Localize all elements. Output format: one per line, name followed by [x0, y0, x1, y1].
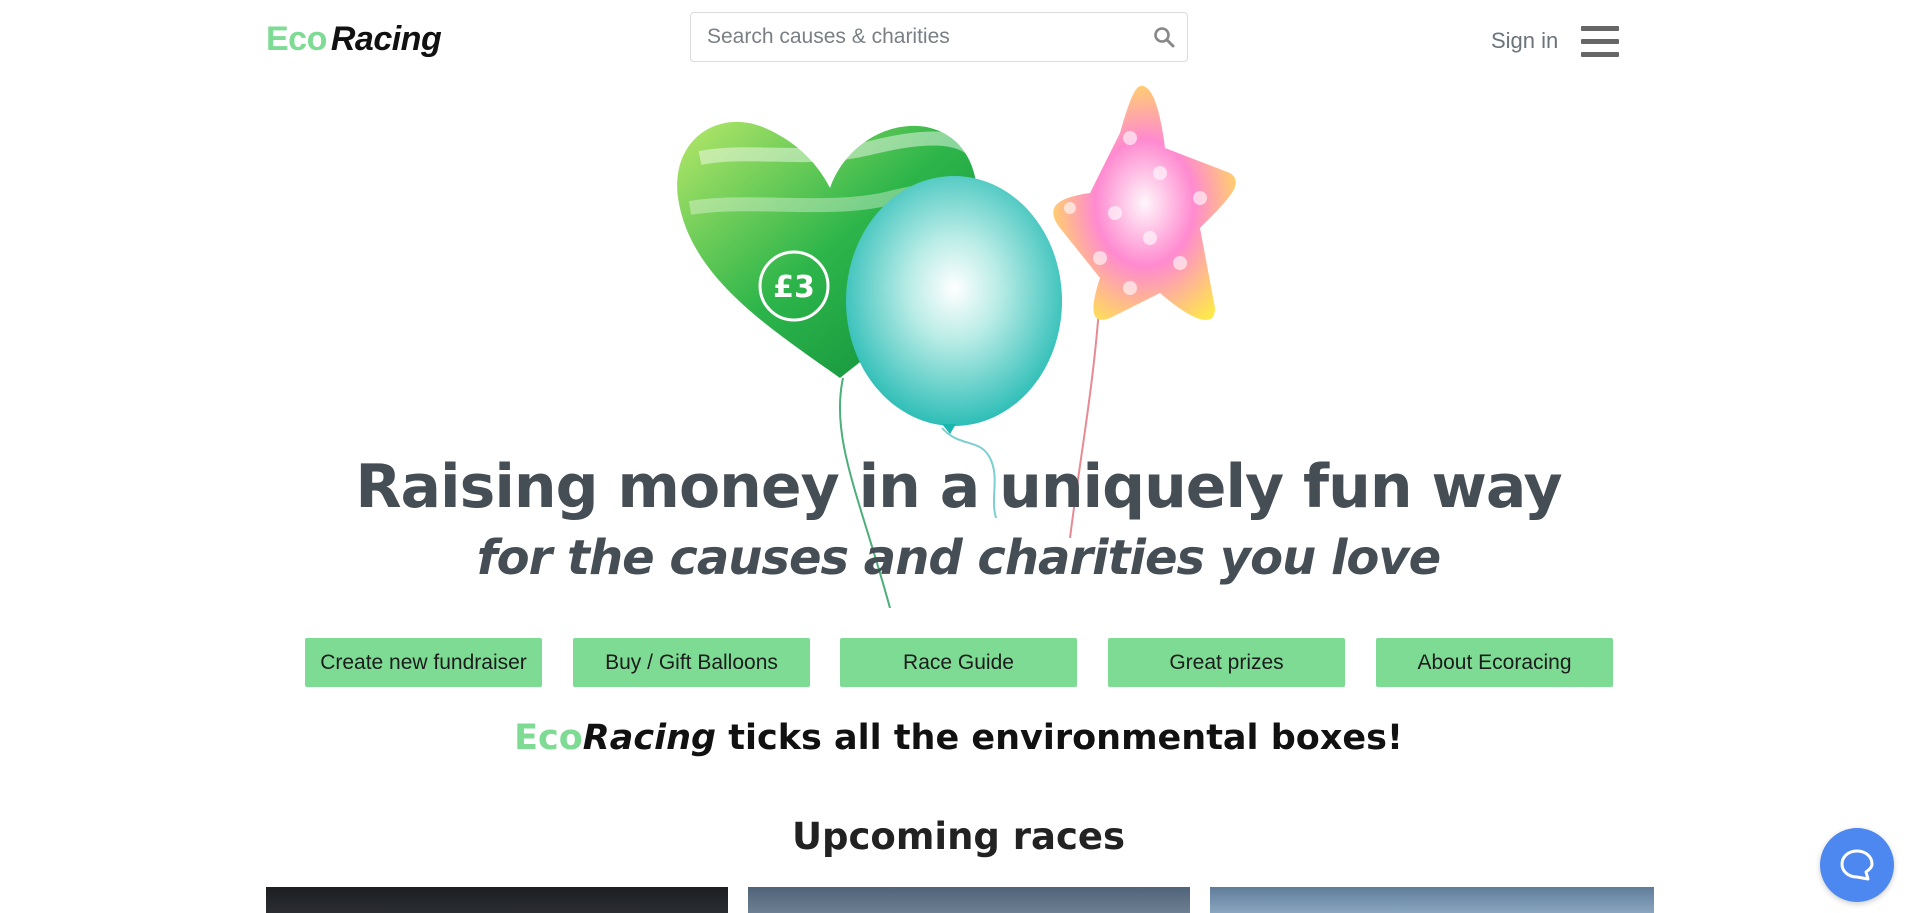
site-logo[interactable]: Eco Racing — [266, 20, 442, 59]
hamburger-menu-icon[interactable] — [1581, 26, 1619, 58]
tagline-racing: Racing — [582, 718, 717, 758]
hero-subline: for the causes and charities you love — [476, 530, 1441, 586]
logo-eco-text: Eco — [266, 20, 327, 58]
race-guide-button[interactable]: Race Guide — [840, 638, 1077, 687]
search-input[interactable] — [691, 13, 1141, 61]
logo-racing-text: Racing — [330, 20, 442, 58]
race-card[interactable] — [1210, 887, 1654, 913]
tagline-eco: Eco — [514, 718, 583, 758]
race-card[interactable] — [266, 887, 728, 913]
balloons-illustration: £3 — [677, 85, 1236, 608]
hero-headline: Raising money in a uniquely fun way — [355, 452, 1562, 522]
buy-gift-balloons-button[interactable]: Buy / Gift Balloons — [573, 638, 810, 687]
balloon-price-label: £3 — [773, 270, 815, 305]
upcoming-races-heading: Upcoming races — [791, 815, 1126, 858]
search-icon[interactable] — [1141, 13, 1187, 61]
search-box — [690, 12, 1188, 62]
tagline-rest: ticks all the environmental boxes! — [716, 718, 1403, 758]
about-ecoracing-button[interactable]: About Ecoracing — [1376, 638, 1613, 687]
race-card[interactable] — [748, 887, 1190, 913]
create-fundraiser-button[interactable]: Create new fundraiser — [305, 638, 542, 687]
chat-support-icon[interactable] — [1820, 828, 1894, 902]
environmental-tagline: EcoRacing ticks all the environmental bo… — [0, 718, 1917, 758]
sign-in-link[interactable]: Sign in — [1491, 28, 1558, 54]
great-prizes-button[interactable]: Great prizes — [1108, 638, 1345, 687]
